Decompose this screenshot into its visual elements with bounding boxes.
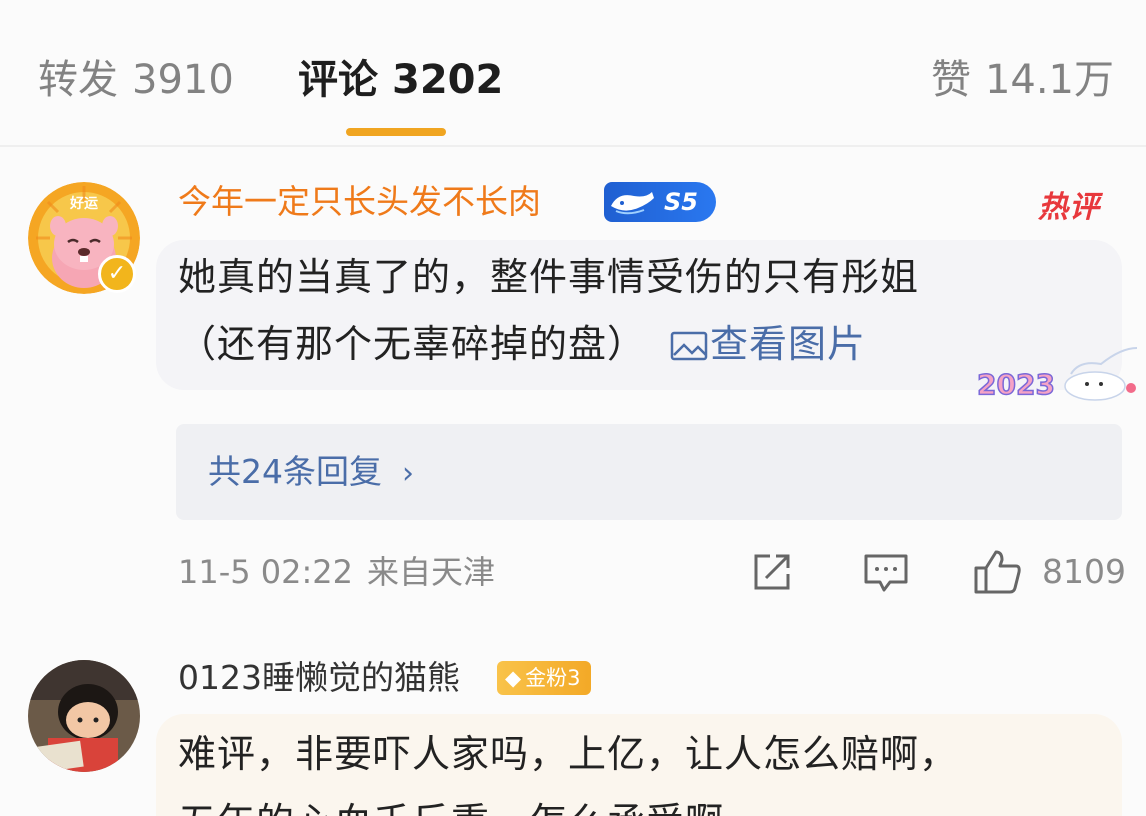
reply-button[interactable] — [862, 548, 910, 596]
share-icon — [754, 554, 790, 590]
tab-like[interactable]: 赞 14.1万 — [931, 52, 1114, 108]
vip-badge: S5 — [604, 182, 716, 222]
view-image-label: 查看图片 — [710, 322, 867, 366]
like-button[interactable]: 8109 — [972, 548, 1126, 596]
avatar-label: 好运 — [69, 195, 98, 212]
comment-text-line: 难评，非要吓人家吗，上亿，让人怎么赔啊， — [178, 732, 959, 776]
vip-level: S5 — [664, 188, 698, 216]
chevron-right-icon: › — [402, 456, 414, 491]
comment-username[interactable]: 今年一定只长头发不长肉 — [178, 180, 541, 224]
replies-box[interactable]: 共24条回复 › — [176, 424, 1122, 520]
fan-badge: ◆ 金粉3 — [497, 661, 591, 695]
tab-repost[interactable]: 转发 3910 — [38, 52, 234, 108]
sticker-2023: 2023 — [975, 344, 1143, 404]
tab-repost-label: 转发 — [38, 57, 118, 103]
comment-text-line: 她真的当真了的，整件事情受伤的只有彤姐 — [178, 255, 920, 299]
replies-count-label: 共24条回复 — [208, 452, 382, 491]
tab-comment-count: 3202 — [392, 57, 504, 103]
tab-bar: 转发 3910 评论 3202 赞 14.1万 — [0, 0, 1146, 147]
share-button[interactable] — [748, 548, 796, 596]
image-icon — [670, 331, 708, 361]
comment-username[interactable]: 0123睡懒觉的猫熊 — [178, 656, 460, 700]
view-replies-link[interactable]: 共24条回复 › — [208, 446, 414, 500]
sticker-text: 2023 — [977, 368, 1055, 401]
avatar[interactable] — [28, 660, 140, 772]
comment-text-segment: （还有那个无辜碎掉的盘） — [178, 322, 647, 366]
active-tab-indicator — [346, 128, 446, 136]
comment-text-line: 五年的心血千斤重，怎么承受啊 — [178, 790, 724, 816]
hot-comment-tag: 热评 — [1038, 190, 1100, 225]
tab-comment-label: 评论 — [298, 57, 378, 103]
whale-icon — [611, 192, 654, 215]
thumbs-up-icon — [974, 550, 1021, 594]
tab-like-count: 14.1万 — [984, 57, 1114, 103]
like-count: 8109 — [1042, 552, 1126, 591]
tab-comment[interactable]: 评论 3202 — [298, 52, 503, 108]
comment-text-line: （还有那个无辜碎掉的盘） 查看图片 — [178, 312, 866, 376]
tab-like-label: 赞 — [930, 57, 971, 103]
gem-icon: ◆ — [505, 666, 522, 690]
comments-page: 转发 3910 评论 3202 赞 14.1万 好运 ✓ 今年一定只长头发不长肉… — [0, 0, 1146, 816]
comment-icon — [864, 554, 908, 592]
comment-time: 11-5 02:22 — [178, 553, 354, 591]
comment-meta: 11-5 02:22 来自天津 — [178, 550, 495, 594]
verified-icon: ✓ — [98, 255, 136, 293]
comment-location: 来自天津 — [367, 553, 496, 591]
view-image-link[interactable]: 查看图片 — [670, 322, 866, 366]
fan-badge-label: 金粉3 — [525, 666, 581, 690]
tab-repost-count: 3910 — [132, 57, 234, 103]
